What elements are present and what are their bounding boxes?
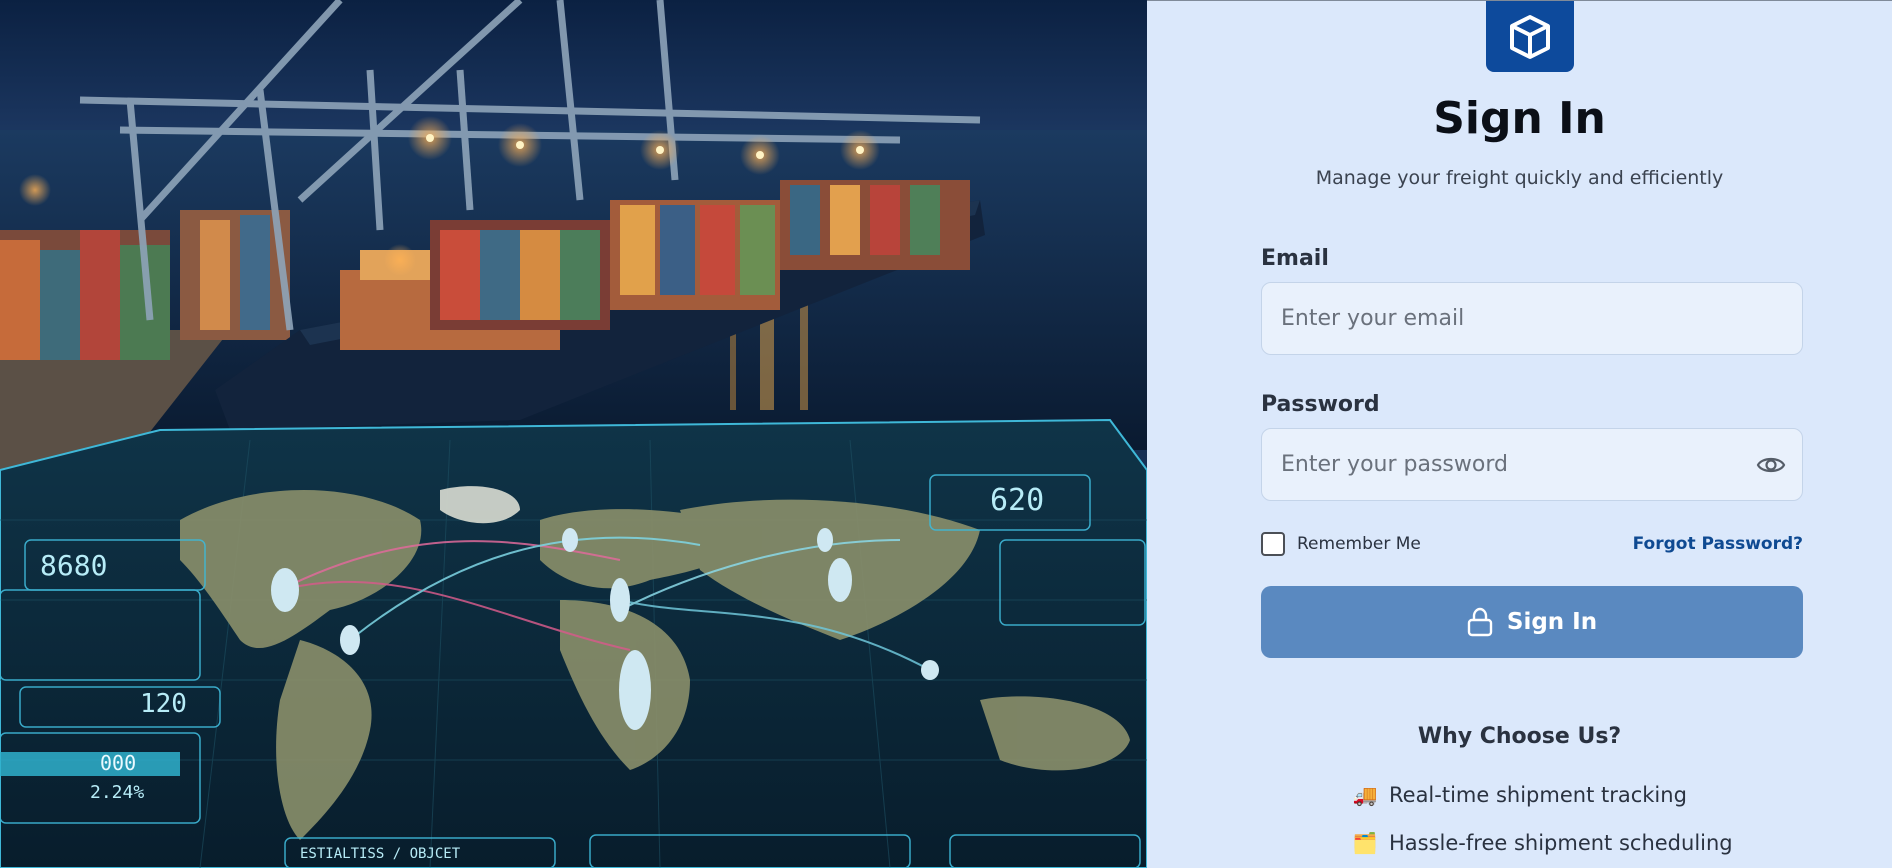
hero-readout-120: 120 [140, 689, 187, 719]
folder-icon: 🗂️ [1352, 831, 1378, 855]
remember-me[interactable]: Remember Me [1261, 532, 1421, 556]
feature-item: 🗂️ Hassle-free shipment scheduling [1351, 831, 1733, 855]
sign-in-button[interactable]: Sign In [1261, 586, 1803, 658]
signin-panel: Sign In Manage your freight quickly and … [1147, 0, 1892, 868]
truck-icon: 🚚 [1352, 783, 1378, 807]
password-label: Password [1261, 392, 1380, 417]
password-field[interactable] [1281, 452, 1802, 477]
feature-text: Real-time shipment tracking [1389, 783, 1687, 807]
hero-readout-8680: 8680 [40, 549, 107, 582]
lock-icon [1467, 607, 1493, 637]
hero-readout-000: 000 [100, 751, 136, 775]
page-title: Sign In [1433, 93, 1606, 144]
page-subtitle: Manage your freight quickly and efficien… [1315, 167, 1724, 189]
hero-readout-caption: ESTIALTISS / OBJCET [300, 846, 461, 862]
port-illustration: 8680 620 120 000 2.24% ESTIALTISS / OBJC… [0, 0, 1147, 868]
remember-me-checkbox[interactable] [1261, 532, 1285, 556]
brand-logo [1486, 1, 1574, 72]
email-field-wrapper [1261, 282, 1803, 355]
forgot-password-link[interactable]: Forgot Password? [1633, 534, 1803, 554]
sign-in-button-label: Sign In [1506, 609, 1598, 635]
feature-item: 🚚 Real-time shipment tracking [1351, 783, 1687, 807]
remember-me-label: Remember Me [1297, 534, 1421, 554]
email-label: Email [1261, 246, 1329, 271]
email-field[interactable] [1281, 306, 1802, 331]
why-choose-us-heading: Why Choose Us? [1417, 724, 1622, 749]
feature-text: Hassle-free shipment scheduling [1389, 831, 1733, 855]
hero-image: 8680 620 120 000 2.24% ESTIALTISS / OBJC… [0, 0, 1147, 868]
package-cube-icon [1510, 14, 1550, 59]
password-field-wrapper [1261, 428, 1803, 501]
hero-readout-percent: 2.24% [90, 782, 144, 803]
show-password-eye-icon[interactable] [1756, 453, 1786, 477]
hero-readout-620: 620 [990, 483, 1044, 518]
